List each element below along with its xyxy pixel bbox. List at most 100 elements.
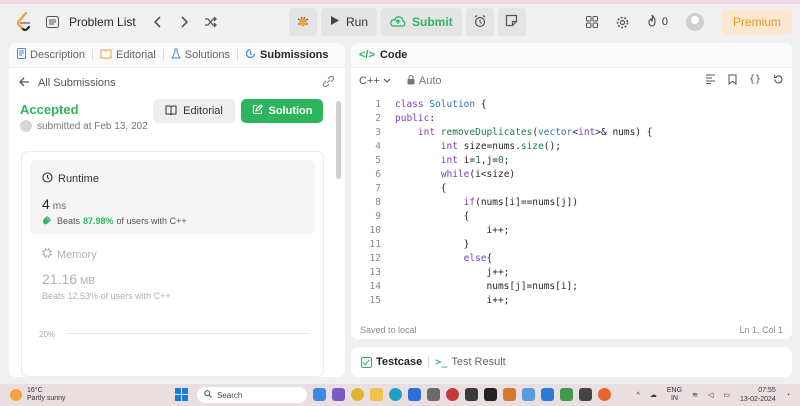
streak-counter[interactable]: 0 [647,14,668,30]
debug-button[interactable] [289,8,317,36]
run-button[interactable]: Run [321,8,378,36]
tab-test-result[interactable]: >_ Test Result [435,356,505,368]
submit-label: Submit [412,15,453,29]
media-app-icon[interactable] [446,388,459,401]
widgets-app-icon[interactable] [313,388,326,401]
brave-app-icon[interactable] [598,388,611,401]
premium-button[interactable]: Premium [721,9,792,35]
avatar[interactable] [685,13,704,31]
submit-button[interactable]: Submit [381,8,462,36]
chevron-right-icon[interactable] [180,16,188,28]
weather-widget[interactable]: 16°C Partly sunny [10,387,66,403]
windows-start-icon[interactable] [175,388,188,401]
battery-icon[interactable]: ▭ [723,391,730,399]
app-icon[interactable] [579,388,592,401]
leetcode-logo[interactable] [16,11,32,32]
runtime-card[interactable]: Runtime 4 ms Beats 87.98% of users with C… [30,160,315,234]
tab-submissions[interactable]: Submissions [245,48,329,62]
taskbar-search[interactable]: Search [197,387,307,403]
language-select[interactable]: C++ [359,75,391,87]
problem-list-link[interactable]: Problem List [69,15,136,29]
node-app-icon[interactable] [560,388,573,401]
stats-container: Runtime 4 ms Beats 87.98% of users with C… [21,151,324,377]
cloud-icon[interactable]: ☁ [650,391,657,399]
auto-mode[interactable]: Auto [407,74,442,88]
lock-icon [407,74,415,88]
description-icon [17,48,26,62]
editor-toolbar: C++ Auto {} [351,68,792,94]
bookmark-icon[interactable] [728,74,737,88]
memory-title: Memory [42,248,171,261]
clock[interactable]: 07:55 13-02-2024 [740,386,776,404]
explorer-app-icon[interactable] [370,388,383,401]
memory-value: 21.16 MB [42,271,96,287]
code-editor[interactable]: 1 class Solution { 2 public: 3 int removeD… [351,98,792,306]
list-icon[interactable] [46,16,59,28]
user-avatar[interactable] [20,120,32,132]
clap-icon [42,215,54,227]
code-title: Code [379,49,408,61]
editorial-button[interactable]: Editorial [153,99,235,123]
reset-icon[interactable] [773,74,784,88]
chevron-down-icon [383,75,391,87]
runtime-title: Runtime [42,172,99,186]
store-app-icon[interactable] [427,388,440,401]
shuffle-icon[interactable] [204,16,218,28]
tab-testcase[interactable]: Testcase [361,356,422,368]
solution-button[interactable]: Solution [241,99,323,123]
code-line: 5 int i=1,j=0; [375,155,510,166]
volume-icon[interactable]: ◁ [708,391,713,399]
braces-icon[interactable]: {} [749,74,761,88]
tab-solutions[interactable]: Solutions [170,48,230,62]
submissions-icon [245,48,256,62]
sun-icon [10,389,22,401]
cloud-upload-icon [390,15,406,30]
mail-app-icon[interactable] [408,388,421,401]
cursor-position: Ln 1, Col 1 [739,325,783,335]
timer-button[interactable] [465,8,494,36]
wifi-icon[interactable]: ≋ [692,391,698,399]
chevron-left-icon[interactable] [153,16,162,28]
vscode-app-icon[interactable] [541,388,554,401]
top-nav: Problem List Run Submit 0 Premium [0,4,800,40]
edit-icon [252,104,263,118]
gallery-app-icon[interactable] [522,388,535,401]
chevron-up-icon[interactable]: ^ [637,392,640,399]
solutions-icon [170,48,181,62]
terminal-app-icon[interactable] [484,388,497,401]
language-indicator[interactable]: ENG IN [667,387,682,403]
paint-app-icon[interactable] [503,388,516,401]
editor-tools: {} [705,74,784,88]
memory-card[interactable]: Memory 21.16 MB Beats 12.53% of users wit… [42,248,171,301]
save-status: Saved to local [360,325,417,335]
book-icon [165,105,177,118]
left-panel: Description Editorial Solutions Submissi… [9,43,345,377]
tab-editorial[interactable]: Editorial [100,49,156,62]
chat-app-icon[interactable] [332,388,345,401]
runtime-beats: Beats 87.98% of users with C++ [42,215,187,227]
edge-app-icon[interactable] [389,388,402,401]
arrow-left-icon[interactable] [19,77,30,90]
photos-app-icon[interactable] [465,388,478,401]
chrome-app-icon[interactable] [351,388,364,401]
gear-icon[interactable] [616,16,629,29]
code-icon: </> [359,49,375,61]
all-submissions-link[interactable]: All Submissions [38,77,116,89]
grid-icon[interactable] [585,16,598,28]
windows-taskbar: 16°C Partly sunny Search ^ ☁ ENG IN ≋ ◁ [0,384,800,406]
code-line: 13 j++; [369,267,510,278]
code-header: </> Code [351,43,792,68]
code-line: 12 else{ [369,253,493,264]
left-scrollbar[interactable] [336,101,341,179]
chip-icon [42,248,52,261]
notes-button[interactable] [497,8,526,36]
format-icon[interactable] [705,74,716,88]
note-icon [505,14,518,30]
link-icon[interactable] [322,75,335,90]
tab-description[interactable]: Description [17,48,85,62]
code-line: 11 } [369,239,470,250]
streak-count: 0 [661,16,668,28]
code-line: 15 i++; [369,295,510,306]
code-line: 9 { [375,211,470,222]
notification-icon[interactable]: ◔ [786,392,790,399]
